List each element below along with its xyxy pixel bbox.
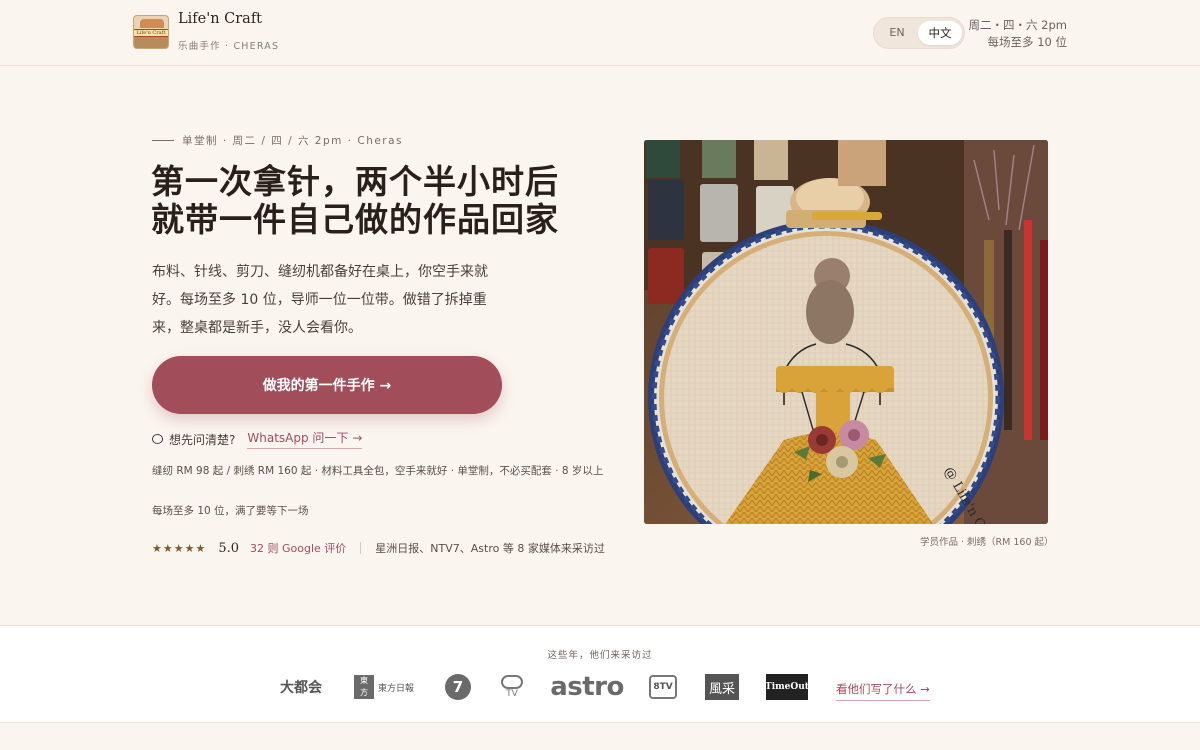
site-header: Life'n Craft Life'n Craft 乐曲手作 · CHERAS … (0, 0, 1200, 66)
divider (360, 542, 362, 554)
press-logo-timeout: TimeOut (765, 672, 809, 702)
press-logo-ntv7: 7 (444, 672, 472, 702)
headline-line-2: 就带一件自己做的作品回家 (151, 200, 559, 239)
rating-row: ★★★★★ 5.0 32 则 Google 评价 星洲日报、NTV7、Astro… (152, 540, 605, 556)
book-first-craft-button[interactable]: 做我的第一件手作 → (152, 356, 502, 414)
ask-text: 想先问清楚? (169, 432, 236, 447)
press-logo-fengcai: 風采 (705, 672, 739, 702)
headline-line-1: 第一次拿针，两个半小时后 (151, 162, 559, 201)
chat-bubble-icon (152, 434, 163, 444)
hero-headline: 第一次拿针，两个半小时后 就带一件自己做的作品回家 (151, 163, 621, 239)
brand-subtitle: 乐曲手作 · CHERAS (178, 41, 280, 52)
hero-description: 布料、针线、剪刀、缝纫机都备好在桌上，你空手来就好。每场至多 10 位，导师一位… (152, 264, 488, 336)
capacity-note: 每场至多 10 位，满了要等下一场 (152, 505, 309, 517)
press-articles-link[interactable]: 看他们写了什么 → (836, 681, 930, 701)
brand-name[interactable]: Life'n Craft (178, 11, 262, 27)
pricing-info: 缝纫 RM 98 起 / 刺绣 RM 160 起 · 材料工具全包，空手来就好 … (152, 465, 604, 477)
press-logo-metro: 大都会 (280, 680, 322, 696)
eyebrow-text: 单堂制 · 周二 / 四 / 六 2pm · Cheras (182, 135, 404, 147)
rating-score: 5.0 (218, 540, 239, 556)
press-section: 这些年，他们来采访过 大都会 東方 東方日報 7 TV astro 8TV 風采… (0, 625, 1200, 723)
schedule-info: 周二・四・六 2pm 每场至多 10 位 (969, 17, 1067, 51)
press-logo-tv: TV (499, 672, 525, 702)
brand-logo[interactable]: Life'n Craft (133, 15, 169, 49)
lang-zh-button[interactable]: 中文 (918, 21, 962, 45)
star-rating-icon: ★★★★★ (152, 541, 207, 555)
whatsapp-link[interactable]: WhatsApp 问一下 → (247, 429, 363, 449)
google-reviews-link[interactable]: 32 则 Google 评价 (250, 540, 346, 556)
media-coverage-text: 星洲日报、NTV7、Astro 等 8 家媒体来采访过 (375, 542, 605, 555)
hero-eyebrow: 单堂制 · 周二 / 四 / 六 2pm · Cheras (152, 133, 403, 148)
photo-caption: 学员作品 · 刺绣（RM 160 起） (920, 537, 1054, 548)
ask-row: 想先问清楚? WhatsApp 问一下 → (152, 429, 363, 449)
press-logo-8tv: 8TV (648, 672, 678, 702)
schedule-days: 周二・四・六 2pm (968, 18, 1067, 32)
embroidery-photo: @ Life'n Craft (644, 140, 1048, 524)
language-switcher: EN 中文 (873, 17, 965, 49)
lang-en-button[interactable]: EN (880, 22, 914, 44)
press-logo-astro: astro (550, 672, 624, 702)
embroidery-hoop-illustration: @ Life'n Craft (644, 140, 1048, 524)
press-title: 这些年，他们来采访过 (547, 650, 653, 661)
press-logo-oriental-daily: 東方 東方日報 (352, 672, 416, 702)
eyebrow-dash (152, 140, 174, 141)
schedule-capacity: 每场至多 10 位 (987, 35, 1067, 49)
